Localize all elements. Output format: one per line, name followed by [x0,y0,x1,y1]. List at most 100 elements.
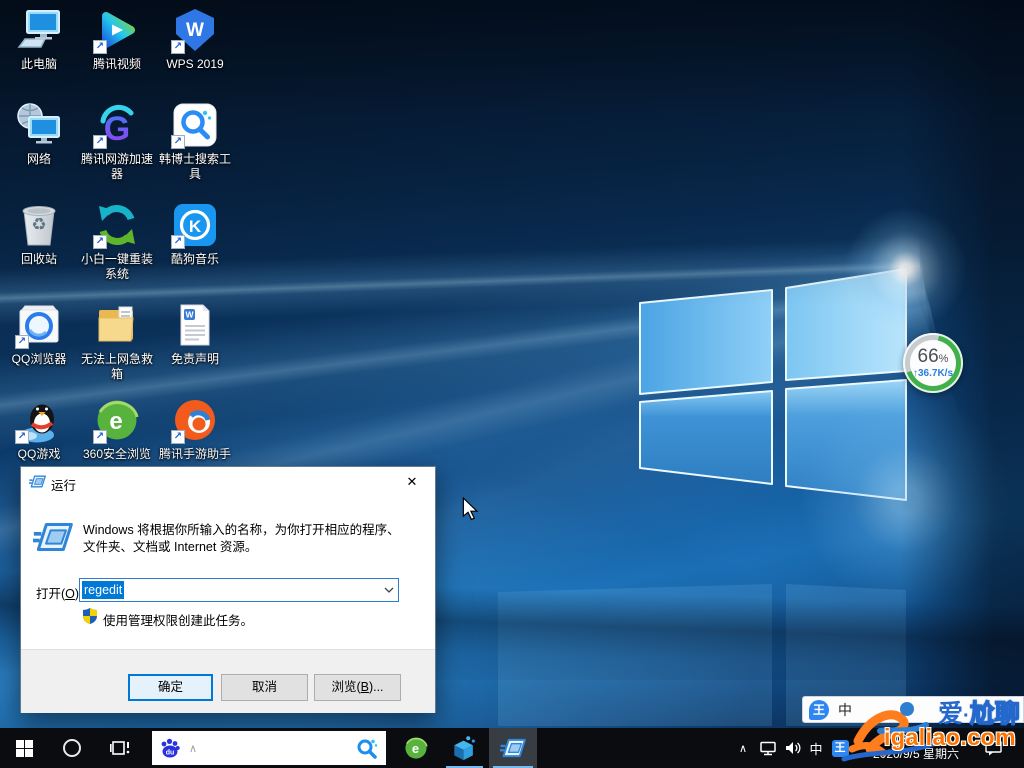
run-command-combobox[interactable]: regedit [79,578,399,602]
cortana-circle-icon [62,738,82,758]
desktop-icon-xiaobai-reinstall[interactable]: ↗ 小白一键重装系统 [78,201,156,282]
svg-text:W: W [186,20,204,41]
desktop-icon-label: 回收站 [0,252,78,267]
desktop-icon-tencent-mobile-assistant[interactable]: ↗ 腾讯手游助手 [156,396,234,462]
run-icon [29,473,46,490]
dialog-footer: 确定 取消 浏览(B)... [21,649,435,713]
svg-text:e: e [412,741,419,756]
run-description-line1: Windows 将根据你所输入的名称，为你打开相应的程序、 [83,522,423,539]
desktop-icon-recycle-bin[interactable]: ♻ 回收站 [0,201,78,267]
ok-button[interactable]: 确定 [128,674,213,701]
combobox-dropdown-button[interactable] [379,579,398,601]
shortcut-arrow-icon: ↗ [93,430,107,444]
360-browser-icon: e ↗ [93,396,141,444]
desktop-icon-wps-2019[interactable]: W ↗ WPS 2019 [156,6,234,72]
wang-ime-bubble-icon[interactable]: 王 [809,700,829,720]
run-dialog: 运行 ✕ Windows 将根据你所输入的名称，为你打开相应的程序、 文件夹、文… [20,466,436,713]
desktop-icon-label: 小白一键重装系统 [78,252,156,282]
qq-game-icon: ↗ [15,396,63,444]
speed-ball-widget[interactable]: 66% ↑36.7K/s [903,333,963,393]
desktop-icon-tencent-booster[interactable]: G ↗ 腾讯网游加速器 [78,101,156,182]
desktop-icon-label: 酷狗音乐 [156,252,234,267]
action-center-button[interactable] [976,728,1010,768]
desktop-icon-this-pc[interactable]: 此电脑 [0,6,78,72]
upload-rate: 36.7K/s [918,368,953,379]
svg-text:W: W [185,310,194,320]
desktop-icon-kugou-music[interactable]: K ↗ 酷狗音乐 [156,201,234,267]
tray-clock[interactable]: 13: 2020/9/5 星期六 [858,732,974,762]
desktop-icon-label: 360安全浏览 [78,447,156,462]
desktop-icon-360-secure-browser[interactable]: e ↗ 360安全浏览 [78,396,156,462]
desktop-icon-hanboshi-search[interactable]: ↗ 韩博士搜索工具 [156,101,234,182]
tray-network-button[interactable] [755,728,781,768]
search-tool-icon[interactable] [356,737,378,759]
language-bar-ime-label[interactable]: 中 [838,700,852,720]
language-bar[interactable]: 王 中 [802,696,1024,723]
browse-button[interactable]: 浏览(B)... [314,674,401,701]
shortcut-arrow-icon: ↗ [171,235,185,249]
wang-ime-icon: 王 [832,740,849,757]
recycle-bin-icon: ♻ [15,201,63,249]
desktop-icon-qq-browser[interactable]: ↗ QQ浏览器 [0,301,78,367]
desktop-icon-label: 韩博士搜索工具 [156,152,234,182]
speed-percent: 66 [918,346,939,367]
desktop-icon-disclaimer-doc[interactable]: W 免责声明 [156,301,234,367]
cortana-button[interactable] [48,728,96,768]
desktop-icon-label: QQ游戏 [0,447,78,462]
run-dialog-titlebar[interactable]: 运行 ✕ [21,467,435,496]
desktop-icon-label: 免责声明 [156,352,234,367]
shortcut-arrow-icon: ↗ [93,235,107,249]
desktop-screen: 此电脑 ↗ 腾讯视频 W ↗ WPS 2019 [0,0,1024,768]
close-icon[interactable]: ✕ [389,467,435,496]
tray-hidden-icons-chevron[interactable]: ∧ [731,728,755,768]
task-view-button[interactable] [96,728,144,768]
recycle-symbol: ♻ [15,215,63,235]
svg-text:K: K [189,217,202,236]
desktop-icon-label: 此电脑 [0,57,78,72]
taskbar-search-box[interactable]: du ∧ [152,731,386,765]
tray-wang-ime-button[interactable]: 王 [828,728,852,768]
desktop-icon-qq-game[interactable]: ↗ QQ游戏 [0,396,78,462]
svg-text:du: du [166,750,175,757]
open-label: 打开(O): [36,583,83,602]
run-command-input[interactable]: regedit [82,581,124,599]
mouse-cursor [461,497,481,521]
tray-ime-indicator[interactable]: 中 [805,728,827,768]
taskbar-run-dialog-button[interactable] [489,728,537,768]
taskbar-360-browser-button[interactable]: e [393,728,439,768]
search-chevron-icon[interactable]: ∧ [189,742,197,755]
svg-text:e: e [109,408,122,435]
desktop-icon-tencent-video[interactable]: ↗ 腾讯视频 [78,6,156,72]
dialog-title: 运行 [51,475,76,494]
desktop-icon-label: 腾讯视频 [78,57,156,72]
blue-cube-icon [452,735,477,761]
desktop-icon-label: WPS 2019 [156,57,234,72]
tencent-mobile-assistant-icon: ↗ [171,396,219,444]
shortcut-arrow-icon: ↗ [15,430,29,444]
qq-browser-icon: ↗ [15,301,63,349]
shortcut-arrow-icon: ↗ [171,40,185,54]
taskbar-booster-cube-button[interactable] [442,728,487,768]
shortcut-arrow-icon: ↗ [15,335,29,349]
cancel-button[interactable]: 取消 [221,674,308,701]
tray-volume-button[interactable] [781,728,805,768]
xiaobai-reinstall-icon: ↗ [93,201,141,249]
desktop-icon-label: 无法上网急救箱 [78,352,156,382]
run-description-line2: 文件夹、文档或 Internet 资源。 [83,539,423,556]
net-first-aid-icon [93,301,141,349]
desktop-icon-network[interactable]: 网络 [0,101,78,167]
360-browser-icon: e [403,735,429,761]
tencent-video-icon: ↗ [93,6,141,54]
admin-note: 使用管理权限创建此任务。 [103,610,253,629]
run-icon [500,735,526,761]
desktop-icon-net-first-aid[interactable]: 无法上网急救箱 [78,301,156,382]
shortcut-arrow-icon: ↗ [171,135,185,149]
uac-shield-icon [83,608,97,624]
shortcut-arrow-icon: ↗ [171,430,185,444]
hanboshi-search-icon: ↗ [171,101,219,149]
action-center-icon [985,740,1002,756]
percent-sign: % [939,353,949,365]
task-view-icon [110,739,130,757]
kugou-music-icon: K ↗ [171,201,219,249]
start-button[interactable] [0,728,48,768]
